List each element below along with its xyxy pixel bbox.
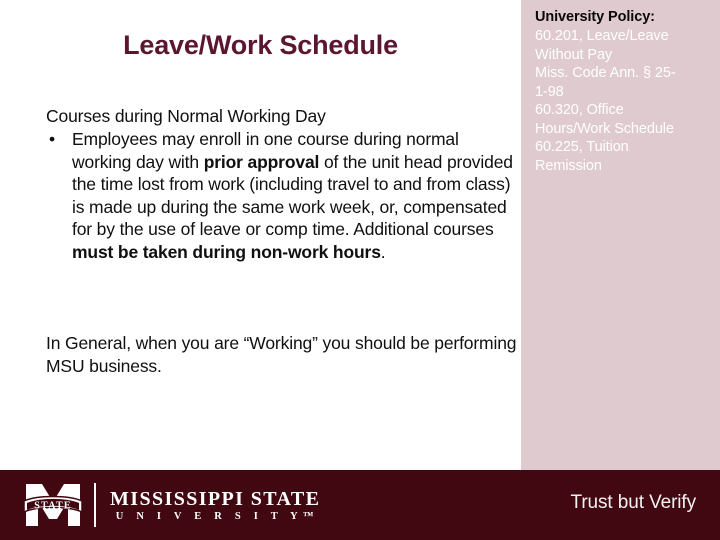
policy-line: Miss. Code Ann. § 25- <box>535 65 676 81</box>
policy-line: Hours/Work Schedule <box>535 120 674 137</box>
wordmark-secondary: U N I V E R S I T Y™ <box>115 511 319 522</box>
bullet-marker-icon: • <box>49 129 56 149</box>
bullet-text-part-3: . <box>380 241 386 262</box>
policy-line: 60.225, Tuition <box>535 139 629 155</box>
bullet-list-item: • Employees may enroll in one course dur… <box>46 128 516 263</box>
wordmark-primary: MISSISSIPPI STATE <box>110 488 321 510</box>
policy-line: 60.201, Leave/Leave <box>535 28 669 44</box>
body-content: Courses during Normal Working Day • Empl… <box>46 105 516 263</box>
bullet-text-emphasis-1: prior approval <box>203 151 320 172</box>
lead-line: Courses during Normal Working Day <box>46 106 326 126</box>
policy-panel-heading: University Policy: <box>535 9 655 25</box>
bullet-item-text: Employees may enroll in one course durin… <box>72 128 516 263</box>
policy-line: Without Pay <box>535 46 613 63</box>
policy-line: Remission <box>535 157 602 174</box>
bullet-text-emphasis-2: must be taken during non-work hours <box>72 241 381 262</box>
university-logo: STATE MISSISSIPPI STATE U N I V E R S I … <box>22 480 320 530</box>
slide-title: Leave/Work Schedule <box>123 30 398 60</box>
general-note: In General, when you are “Working” you s… <box>46 333 517 376</box>
university-policy-panel: University Policy: 60.201, Leave/Leave W… <box>521 0 720 470</box>
logo-divider <box>94 483 96 527</box>
policy-line: 60.320, Office <box>535 102 624 118</box>
msu-banner-m-icon: STATE <box>23 484 83 526</box>
policy-line: 1-98 <box>535 83 564 100</box>
slide-canvas: University Policy: 60.201, Leave/Leave W… <box>0 0 720 540</box>
logo-banner-text: STATE <box>34 501 72 512</box>
tagline-text: Trust but Verify <box>570 492 697 513</box>
university-wordmark: MISSISSIPPI STATE U N I V E R S I T Y™ <box>110 486 320 524</box>
